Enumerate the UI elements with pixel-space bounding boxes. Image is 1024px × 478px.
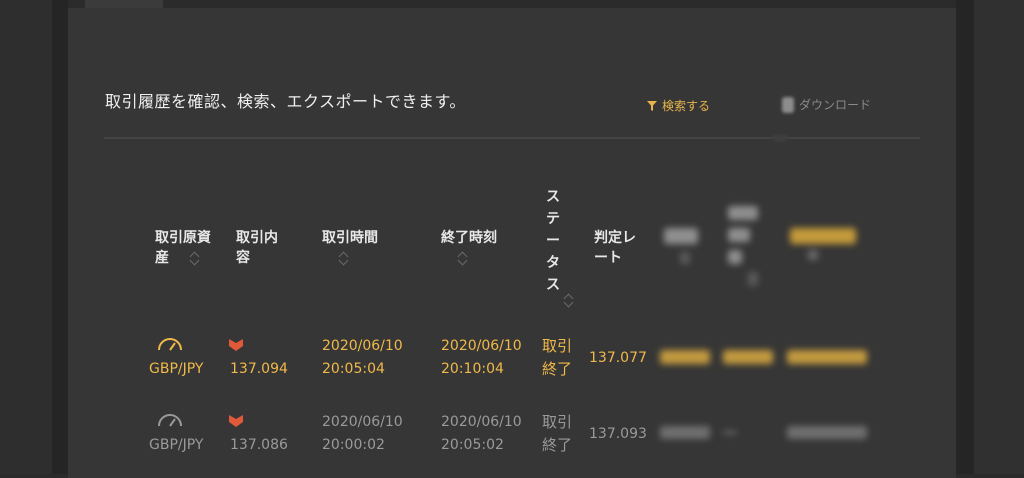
row1-end-date: 2020/06/10 bbox=[441, 338, 522, 354]
row1-status-line1: 取引 bbox=[542, 337, 573, 355]
header-status-char3: ー bbox=[546, 233, 560, 249]
gauge-icon bbox=[158, 414, 182, 427]
header-rate-line2: ート bbox=[594, 250, 622, 266]
search-button-label: 検索する bbox=[662, 99, 711, 113]
header-rate[interactable]: 判定レ ート bbox=[594, 228, 636, 268]
outer-left-margin bbox=[0, 0, 52, 474]
gauge-icon bbox=[158, 338, 182, 351]
row2-rate: 137.093 bbox=[589, 426, 647, 442]
sort-asset-icon[interactable] bbox=[189, 251, 201, 265]
blurred-header-payout-1 bbox=[728, 206, 758, 220]
blurred-header-id bbox=[790, 228, 856, 244]
sort-end-time-icon[interactable] bbox=[457, 251, 469, 265]
row1-content-value: 137.094 bbox=[230, 361, 288, 377]
row2-end-date: 2020/06/10 bbox=[441, 414, 522, 430]
row2-asset: GBP/JPY bbox=[149, 437, 204, 453]
direction-down-icon bbox=[229, 339, 243, 351]
row1-end-time: 20:10:04 bbox=[441, 361, 504, 377]
header-status-char1: ス bbox=[546, 189, 560, 205]
filter-icon bbox=[647, 100, 657, 111]
row2-blurred-purchase bbox=[660, 426, 710, 439]
row2-end-time: 20:05:02 bbox=[441, 437, 504, 453]
row1-trade-time: 20:05:04 bbox=[322, 361, 385, 377]
row2-trade-date: 2020/06/10 bbox=[322, 414, 403, 430]
blurred-header-payout-3 bbox=[728, 250, 742, 264]
row2-trade-time: 20:00:02 bbox=[322, 437, 385, 453]
header-trade-time-label: 取引時間 bbox=[322, 230, 378, 246]
search-button[interactable]: 検索する bbox=[647, 97, 710, 114]
row2-content-value: 137.086 bbox=[230, 437, 288, 453]
header-end-time[interactable]: 終了時刻 bbox=[441, 228, 497, 248]
header-asset[interactable]: 取引原資 産 bbox=[155, 228, 211, 268]
sort-status-icon[interactable] bbox=[563, 293, 575, 307]
row2-status-line1: 取引 bbox=[542, 413, 573, 431]
direction-down-icon bbox=[229, 415, 243, 427]
blurred-header-purchase bbox=[664, 228, 698, 244]
row2-status-line2: 終了 bbox=[542, 436, 573, 454]
page-description: 取引履歴を確認、検索、エクスポートできます。 bbox=[105, 92, 466, 111]
row1-blurred-purchase bbox=[660, 350, 710, 364]
right-border-strip bbox=[956, 0, 974, 474]
row1-blurred-id bbox=[787, 350, 867, 364]
header-trade-time[interactable]: 取引時間 bbox=[322, 228, 378, 248]
download-button[interactable]: ダウンロード bbox=[782, 96, 871, 113]
download-button-label: ダウンロード bbox=[799, 98, 872, 112]
divider-handle bbox=[772, 134, 788, 142]
header-content-line1: 取引内 bbox=[236, 230, 278, 246]
header-asset-line2: 産 bbox=[155, 250, 169, 266]
row1-rate: 137.077 bbox=[589, 350, 647, 366]
header-end-time-label: 終了時刻 bbox=[441, 230, 497, 246]
header-content-line2: 容 bbox=[236, 250, 250, 266]
header-status-char5: ス bbox=[546, 277, 560, 293]
header-content[interactable]: 取引内 容 bbox=[236, 228, 278, 268]
row1-status-line2: 終了 bbox=[542, 360, 573, 378]
top-tab-edge bbox=[85, 0, 163, 8]
blurred-sort-1 bbox=[680, 252, 690, 264]
header-status-char2: テ bbox=[546, 211, 560, 227]
sort-trade-time-icon[interactable] bbox=[338, 251, 350, 265]
blurred-sort-2 bbox=[748, 272, 758, 286]
blurred-sort-3 bbox=[808, 250, 818, 260]
download-icon bbox=[782, 96, 794, 113]
row1-blurred-payout bbox=[723, 350, 773, 364]
left-border-strip bbox=[52, 0, 68, 474]
section-divider bbox=[104, 137, 920, 139]
header-asset-line1: 取引原資 bbox=[155, 230, 211, 246]
header-status[interactable]: ス テ ー タ ス bbox=[546, 186, 560, 296]
blurred-header-payout-2 bbox=[728, 228, 750, 242]
row2-blurred-payout bbox=[723, 431, 737, 434]
header-rate-line1: 判定レ bbox=[594, 230, 636, 246]
outer-right-margin bbox=[974, 0, 1024, 474]
header-status-char4: タ bbox=[546, 255, 560, 271]
row1-trade-date: 2020/06/10 bbox=[322, 338, 403, 354]
row1-asset: GBP/JPY bbox=[149, 361, 204, 377]
row2-blurred-id bbox=[787, 426, 867, 439]
